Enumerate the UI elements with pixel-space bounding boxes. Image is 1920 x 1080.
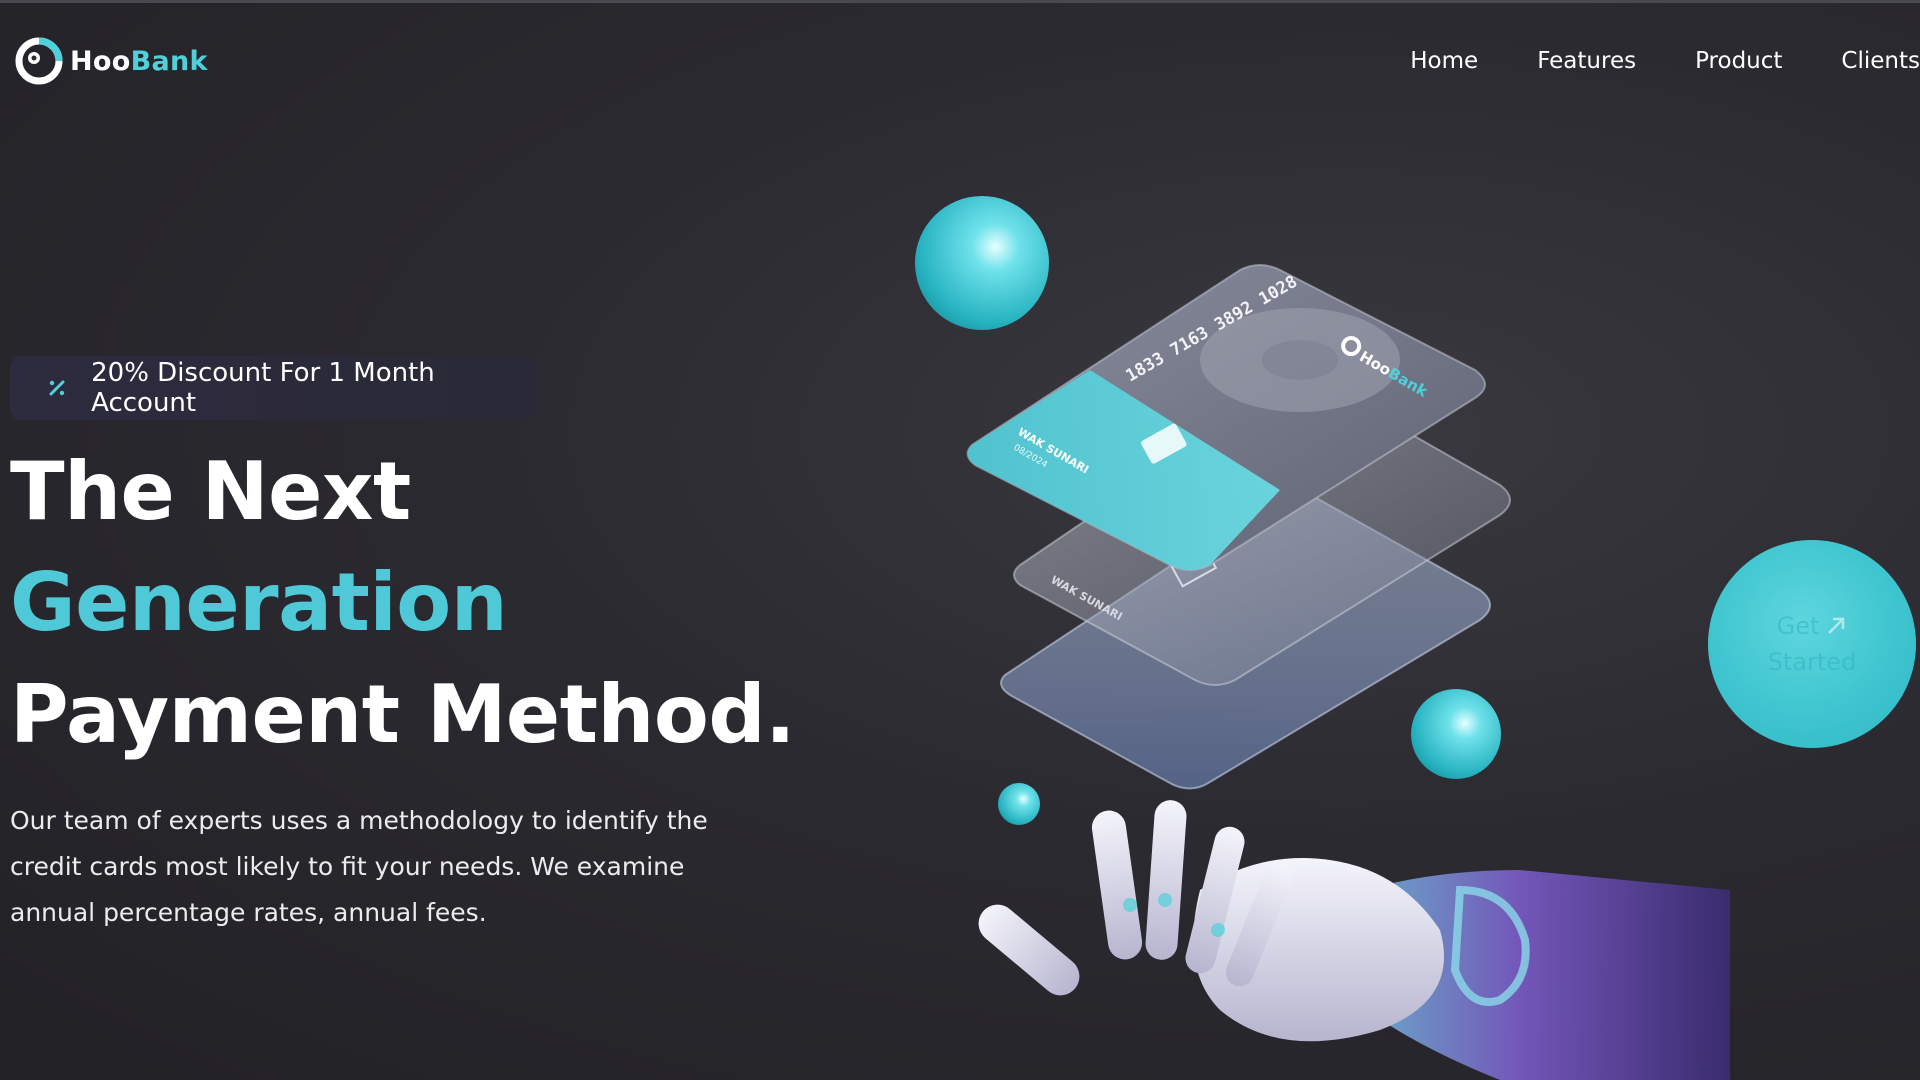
cta-line-2: Started — [1767, 648, 1857, 676]
hoobank-logo-icon — [15, 37, 63, 85]
nav-item-features[interactable]: Features — [1537, 48, 1636, 74]
nav-item-clients[interactable]: Clients — [1841, 48, 1920, 74]
get-started-button[interactable]: Get Started — [1708, 540, 1916, 748]
percent-icon — [37, 368, 76, 408]
robot-hand-cards-illustration: WAK SUNARI 1833 7163 3892 1028 HooBank W… — [915, 196, 1730, 1080]
discount-badge: 20% Discount For 1 Month Account — [10, 356, 538, 420]
headline-line-3: Payment Method. — [10, 668, 796, 761]
hero-description: Our team of experts uses a methodology t… — [10, 806, 708, 927]
headline-line-2: Generation — [10, 556, 508, 649]
discount-text: 20% Discount For 1 Month Account — [91, 358, 435, 418]
brand-name: HooBank — [70, 45, 208, 77]
main-nav: Home Features Product Clients — [1351, 48, 1920, 74]
navbar: HooBank Home Features Product Clients — [0, 0, 1920, 120]
brand-logo[interactable]: HooBank — [14, 36, 208, 86]
nav-item-product[interactable]: Product — [1695, 48, 1782, 74]
cta-line-1: Get — [1777, 608, 1848, 644]
nav-item-home[interactable]: Home — [1410, 48, 1478, 74]
headline-line-1: The Next — [10, 445, 411, 538]
arrow-up-right-icon — [1828, 617, 1845, 634]
